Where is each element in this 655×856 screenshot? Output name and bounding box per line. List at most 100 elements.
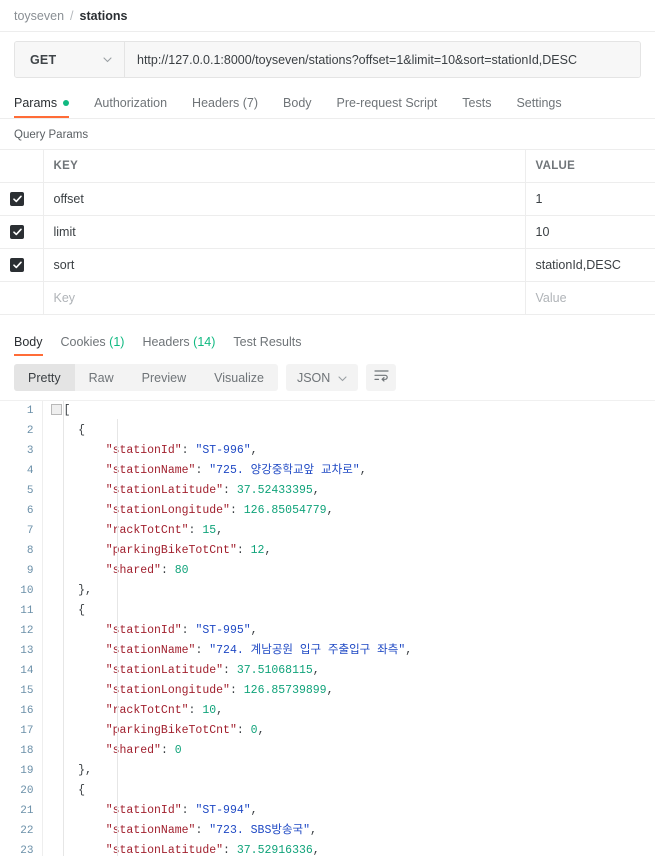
code-token-punc: ,: [405, 644, 413, 657]
code-token-punc: ,: [216, 524, 224, 537]
code-line-content[interactable]: "rackTotCnt": 15,: [42, 521, 413, 541]
tab-headers[interactable]: Headers (7): [192, 96, 258, 118]
line-number: 11: [0, 601, 43, 621]
code-token-punc: ,: [359, 464, 367, 477]
view-mode-raw[interactable]: Raw: [75, 364, 128, 391]
code-token-punc: :: [223, 844, 237, 856]
code-line: 17 "parkingBikeTotCnt": 0,: [0, 721, 413, 741]
response-tab-body[interactable]: Body: [14, 335, 43, 356]
code-line-content[interactable]: "stationId": "ST-995",: [42, 621, 413, 641]
code-line: 23 "stationLatitude": 37.52916336,: [0, 841, 413, 856]
wrap-text-button[interactable]: [366, 364, 397, 391]
param-key-input[interactable]: Key: [43, 281, 526, 315]
code-token-punc: ,: [312, 484, 320, 497]
code-line-content[interactable]: "stationName": "723. SBS방송국",: [42, 821, 413, 841]
code-line-content[interactable]: [: [42, 401, 413, 421]
code-token-punc: ,: [250, 804, 258, 817]
line-number: 16: [0, 701, 43, 721]
response-format-selector[interactable]: JSON: [285, 364, 359, 391]
param-key[interactable]: limit: [43, 215, 526, 249]
param-value-input[interactable]: Value: [525, 281, 655, 315]
checkmark-icon[interactable]: [10, 225, 24, 240]
code-token-key: "stationName": [105, 644, 196, 657]
code-line-content[interactable]: "stationName": "724. 계남공원 입구 주출입구 좌측",: [42, 641, 413, 661]
code-line-content[interactable]: {: [42, 421, 413, 441]
view-mode-preview[interactable]: Preview: [128, 364, 200, 391]
code-line: 2 {: [0, 421, 413, 441]
code-line-content[interactable]: "shared": 80: [42, 561, 413, 581]
breadcrumb-request-name[interactable]: stations: [80, 9, 128, 23]
code-token-punc: ,: [250, 444, 258, 457]
code-line-content[interactable]: {: [42, 601, 413, 621]
row-checkbox-cell-empty[interactable]: [0, 281, 44, 315]
code-line-content[interactable]: "rackTotCnt": 10,: [42, 701, 413, 721]
code-token-key: "parkingBikeTotCnt": [105, 724, 237, 737]
code-line-content[interactable]: "stationId": "ST-996",: [42, 441, 413, 461]
table-row-empty: Key Value: [0, 281, 655, 315]
param-value[interactable]: stationId,DESC: [525, 248, 655, 282]
code-line-content[interactable]: "stationId": "ST-994",: [42, 801, 413, 821]
line-number: 6: [0, 501, 43, 521]
code-line-content[interactable]: "parkingBikeTotCnt": 12,: [42, 541, 413, 561]
code-line-content[interactable]: "parkingBikeTotCnt": 0,: [42, 721, 413, 741]
code-line-content[interactable]: "stationLatitude": 37.52433395,: [42, 481, 413, 501]
code-token-punc: :: [236, 544, 251, 557]
response-tab-test-results[interactable]: Test Results: [233, 335, 301, 356]
view-mode-pretty[interactable]: Pretty: [14, 364, 75, 391]
code-line-content[interactable]: {: [42, 781, 413, 801]
param-key[interactable]: sort: [43, 248, 526, 282]
http-method-selector[interactable]: GET: [15, 42, 125, 77]
row-checkbox-cell[interactable]: [0, 248, 44, 282]
row-checkbox-cell[interactable]: [0, 182, 44, 216]
code-token-punc: {: [78, 424, 86, 437]
chevron-down-icon: [103, 56, 112, 63]
tab-settings[interactable]: Settings: [516, 96, 561, 118]
tab-tests[interactable]: Tests: [462, 96, 491, 118]
fold-toggle-icon[interactable]: [50, 404, 62, 416]
breadcrumb-collection[interactable]: toyseven: [14, 9, 64, 23]
tab-body[interactable]: Body: [283, 96, 312, 118]
code-line-content[interactable]: },: [42, 581, 413, 601]
response-tab-cookies[interactable]: Cookies (1): [61, 335, 125, 356]
line-number: 15: [0, 681, 43, 701]
code-line: 15 "stationLongitude": 126.85739899,: [0, 681, 413, 701]
code-line-content[interactable]: },: [42, 761, 413, 781]
view-mode-visualize[interactable]: Visualize: [200, 364, 278, 391]
tab-params[interactable]: Params: [14, 96, 70, 118]
response-tab-headers-label: Headers: [142, 335, 190, 349]
code-line: 20 {: [0, 781, 413, 801]
response-tab-cookies-label: Cookies: [60, 335, 106, 349]
row-checkbox-cell[interactable]: [0, 215, 44, 249]
breadcrumb-separator: /: [70, 8, 74, 23]
checkmark-icon[interactable]: [10, 258, 24, 273]
code-line-content[interactable]: "stationLatitude": 37.52916336,: [42, 841, 413, 856]
code-token-punc: :: [229, 504, 244, 517]
code-line: 4 "stationName": "725. 양강중학교앞 교차로",: [0, 461, 413, 481]
param-key[interactable]: offset: [43, 182, 526, 216]
code-line: 14 "stationLatitude": 37.51068115,: [0, 661, 413, 681]
param-value[interactable]: 1: [525, 182, 655, 216]
tab-authorization[interactable]: Authorization: [94, 96, 167, 118]
code-line-content[interactable]: "stationName": "725. 양강중학교앞 교차로",: [42, 461, 413, 481]
response-body-code[interactable]: 1[2 {3 "stationId": "ST-996", 4 "stationN…: [0, 400, 655, 856]
tab-pre-request-script[interactable]: Pre-request Script: [337, 96, 438, 118]
code-token-num: 126.85739899: [243, 684, 327, 697]
code-token-punc: ,: [257, 724, 265, 737]
indent-guide-1: [63, 401, 64, 856]
code-line-content[interactable]: "stationLongitude": 126.85054779,: [42, 501, 413, 521]
url-input[interactable]: http://127.0.0.1:8000/toyseven/stations?…: [125, 42, 640, 77]
param-value[interactable]: 10: [525, 215, 655, 249]
url-row: GET http://127.0.0.1:8000/toyseven/stati…: [14, 41, 641, 78]
code-line-content[interactable]: "stationLatitude": 37.51068115,: [42, 661, 413, 681]
code-line: 12 "stationId": "ST-995",: [0, 621, 413, 641]
checkmark-icon[interactable]: [10, 192, 24, 207]
code-token-punc: :: [195, 824, 210, 837]
code-token-num: 37.52433395: [236, 484, 313, 497]
line-number: 5: [0, 481, 43, 501]
code-token-punc: :: [181, 624, 196, 637]
code-line-content[interactable]: "stationLongitude": 126.85739899,: [42, 681, 413, 701]
response-tab-headers[interactable]: Headers (14): [142, 335, 215, 356]
code-token-punc: ,: [310, 824, 317, 837]
code-line-content[interactable]: "shared": 0: [42, 741, 413, 761]
code-token-key: "stationLongitude": [105, 504, 230, 517]
